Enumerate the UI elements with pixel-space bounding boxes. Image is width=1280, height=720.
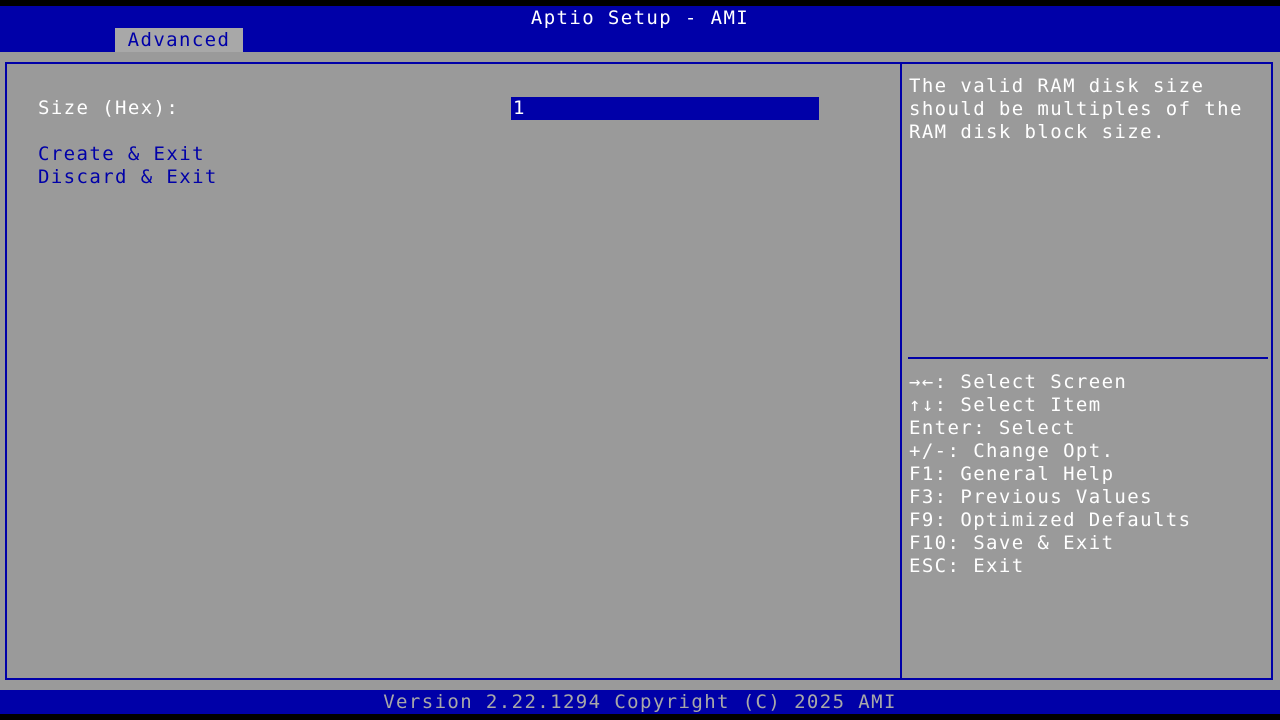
key-enter-select: Enter: Select <box>909 417 1076 439</box>
help-text: The valid RAM disk size should be multip… <box>909 75 1243 143</box>
discard-exit-item[interactable]: Discard & Exit <box>38 166 218 189</box>
size-hex-label: Size (Hex): <box>38 97 180 119</box>
key-esc-exit: ESC: Exit <box>909 555 1025 577</box>
help-divider <box>908 357 1268 359</box>
key-general-help: F1: General Help <box>909 463 1115 485</box>
main-panel: Size (Hex): 1 Create & Exit Discard & Ex… <box>0 52 1280 690</box>
key-change-opt: +/-: Change Opt. <box>909 440 1115 462</box>
key-save-exit: F10: Save & Exit <box>909 532 1115 554</box>
bottom-border <box>0 714 1280 720</box>
key-previous-values: F3: Previous Values <box>909 486 1153 508</box>
app-title: Aptio Setup - AMI <box>530 7 750 29</box>
tab-advanced[interactable]: Advanced <box>115 28 243 52</box>
key-optimized-defaults: F9: Optimized Defaults <box>909 509 1192 531</box>
size-hex-input[interactable]: 1 <box>511 97 819 120</box>
title-bar: Aptio Setup - AMI Advanced <box>0 6 1280 52</box>
create-exit-item[interactable]: Create & Exit <box>38 143 205 166</box>
vertical-divider <box>900 62 902 680</box>
key-select-item: ↑↓: Select Item <box>909 394 1102 416</box>
key-legend: →←: Select Screen ↑↓: Select Item Enter:… <box>909 371 1269 578</box>
version-footer: Version 2.22.1294 Copyright (C) 2025 AMI <box>0 690 1280 714</box>
key-select-screen: →←: Select Screen <box>909 371 1128 393</box>
